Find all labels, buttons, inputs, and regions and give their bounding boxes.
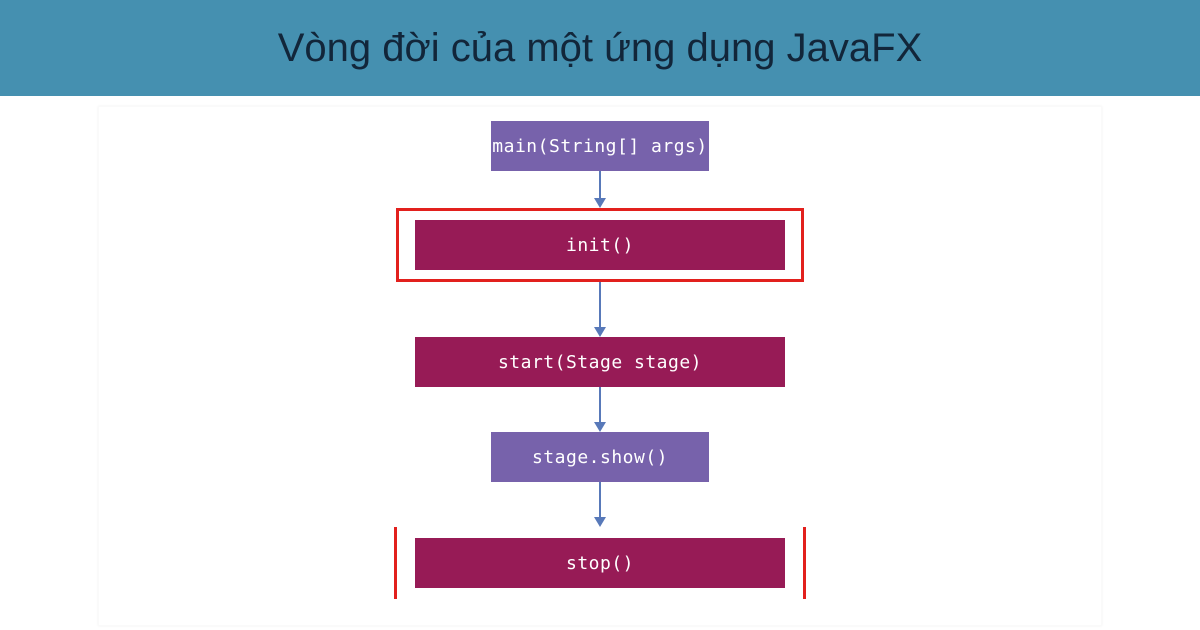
arrow-down-icon (594, 171, 606, 208)
arrow-down-icon (594, 387, 606, 432)
node-show: stage.show() (491, 432, 709, 482)
page-title: Vòng đời của một ứng dụng JavaFX (278, 26, 923, 71)
node-stop-label: stop() (566, 553, 634, 574)
node-main: main(String[] args) (491, 121, 709, 171)
header-bar: Vòng đời của một ứng dụng JavaFX (0, 0, 1200, 96)
node-init-label: init() (566, 235, 634, 256)
node-start: start(Stage stage) (415, 337, 785, 387)
highlight-frame-stop: stop() (394, 527, 806, 599)
arrow-down-icon (594, 282, 606, 337)
node-show-label: stage.show() (532, 447, 668, 468)
lifecycle-diagram: main(String[] args) init() start(Stage s… (98, 106, 1102, 626)
arrow-down-icon (594, 482, 606, 527)
node-main-label: main(String[] args) (492, 136, 707, 157)
node-stop: stop() (415, 538, 785, 588)
highlight-frame-init: init() (396, 208, 804, 282)
flow-column: main(String[] args) init() start(Stage s… (394, 121, 806, 599)
node-start-label: start(Stage stage) (498, 352, 702, 373)
node-init: init() (415, 220, 785, 270)
